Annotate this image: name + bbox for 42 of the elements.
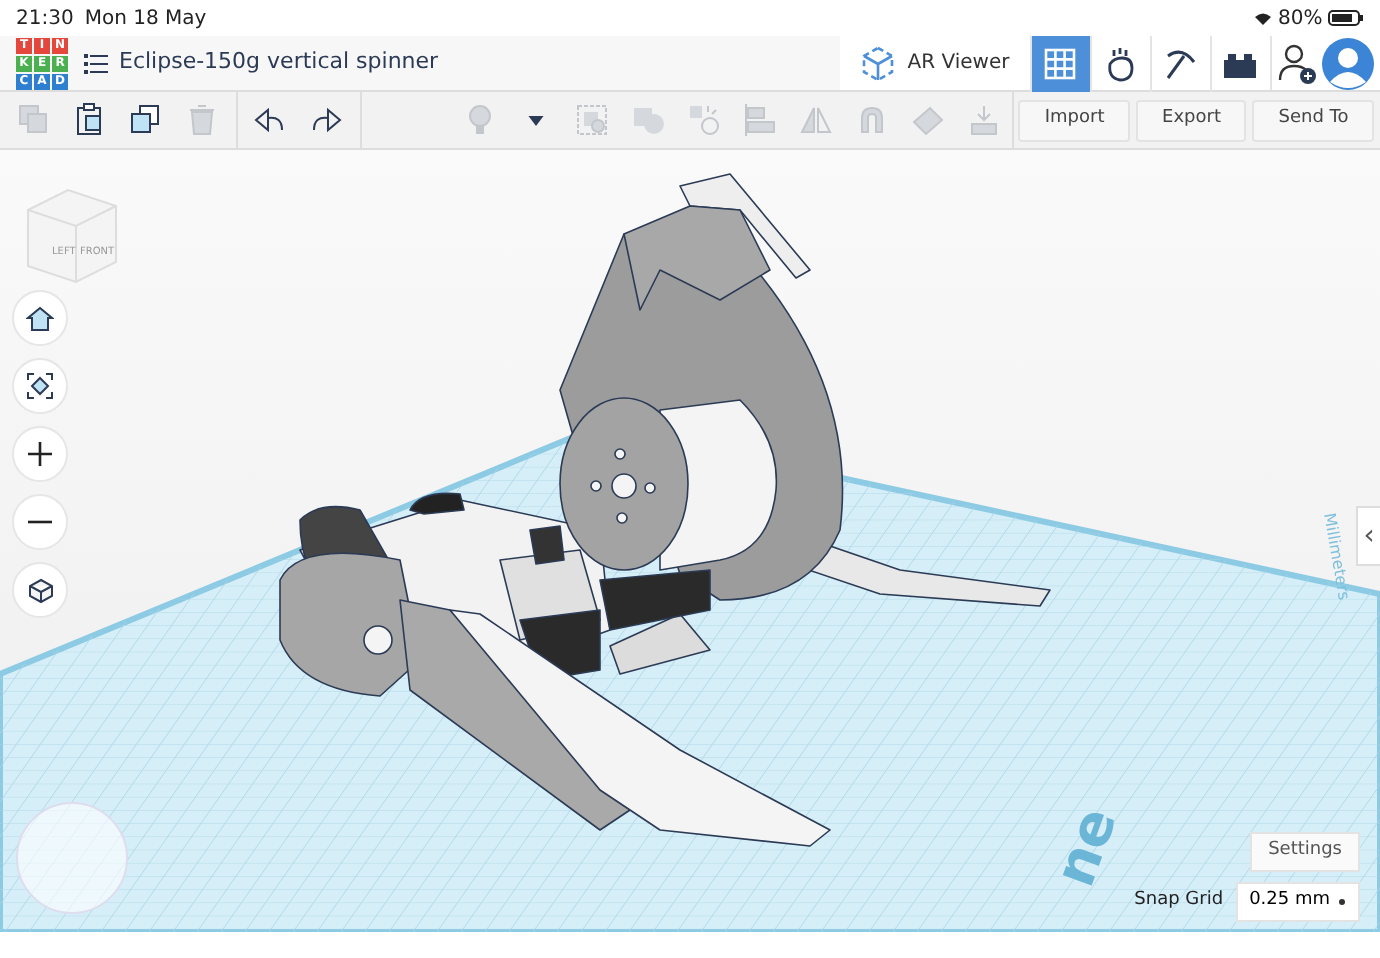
minus-icon: [28, 520, 52, 524]
undo-icon: [252, 102, 289, 138]
mirror-icon: [797, 102, 834, 138]
redo-icon: [308, 102, 345, 138]
panel-toggle[interactable]: ‹: [1356, 506, 1380, 566]
snap-grid-select[interactable]: 0.25 mm: [1235, 882, 1360, 922]
send-to-button[interactable]: Send To: [1252, 99, 1375, 141]
ungroup-icon: [685, 102, 722, 138]
cube-icon: [27, 577, 53, 603]
menu-icon[interactable]: [84, 53, 108, 73]
design-title[interactable]: Eclipse-150g vertical spinner: [119, 46, 439, 80]
snap-grid-label: Snap Grid: [1134, 888, 1224, 915]
group-icon: [629, 102, 666, 138]
avatar-icon[interactable]: [1322, 37, 1375, 89]
duplicate-icon: [127, 102, 164, 138]
settings-button[interactable]: Settings: [1250, 832, 1360, 872]
grid-icon: [1042, 46, 1079, 82]
battery-icon: [1328, 10, 1364, 26]
cube-icon: [859, 45, 896, 81]
wifi-icon: [1254, 11, 1273, 25]
add-user-icon[interactable]: [1277, 41, 1317, 85]
battery-percent: 80%: [1278, 5, 1323, 33]
home-button[interactable]: [12, 290, 68, 346]
import-button[interactable]: Import: [1018, 99, 1131, 141]
status-time: 21:30: [16, 5, 74, 33]
drop-icon: [965, 102, 1002, 138]
copy-icon: [15, 102, 52, 138]
workplane-label: ne: [1041, 799, 1130, 895]
align-icon: [741, 102, 778, 138]
zoom-in-button[interactable]: [12, 426, 68, 482]
workplane-label: Millimeters: [1320, 511, 1354, 602]
pickaxe-icon: [1162, 46, 1199, 82]
dropdown-icon: [1338, 898, 1346, 906]
perspective-button[interactable]: [12, 562, 68, 618]
status-date: Mon 18 May: [84, 5, 207, 33]
caret-icon: [527, 115, 544, 125]
home-icon: [26, 305, 54, 331]
shape-icon: [573, 102, 610, 138]
plus-icon: [28, 442, 52, 466]
export-button[interactable]: Export: [1136, 99, 1247, 141]
fit-view-icon: [26, 372, 54, 400]
fit-view-button[interactable]: [12, 358, 68, 414]
